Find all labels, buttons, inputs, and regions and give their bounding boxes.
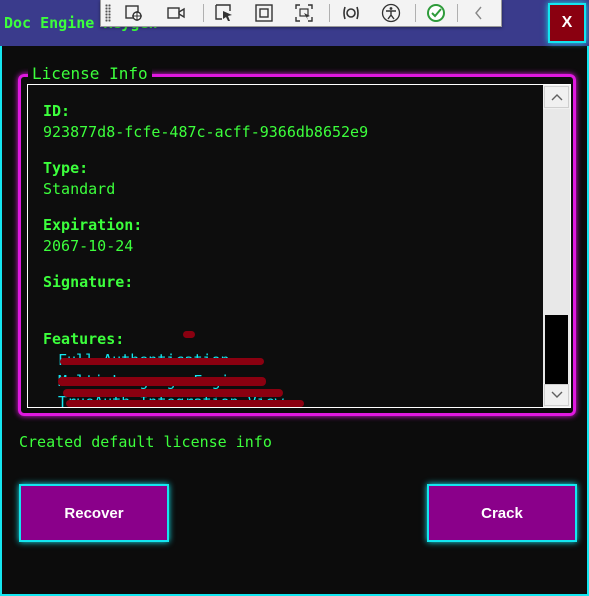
status-message: Created default license info <box>19 433 272 451</box>
type-value: Standard <box>43 180 116 198</box>
toolbar-separator <box>415 4 416 22</box>
record-icon[interactable] <box>163 1 189 25</box>
accessibility-icon[interactable] <box>378 1 404 25</box>
expiration-value: 2067-10-24 <box>43 237 134 255</box>
display-layout-adorners-icon[interactable] <box>251 1 277 25</box>
toolbar-separator <box>203 4 204 22</box>
redaction-mark <box>63 389 283 397</box>
toolbar-separator <box>329 4 330 22</box>
scroll-down-icon[interactable] <box>544 384 569 406</box>
hot-reload-icon[interactable] <box>338 1 364 25</box>
close-button[interactable]: X <box>548 3 586 43</box>
redaction-mark <box>183 331 195 338</box>
binding-check-icon[interactable] <box>423 1 449 25</box>
license-info-textbox[interactable]: ID: 923877d8-fcfe-487c-acff-9366db8652e9… <box>27 84 571 408</box>
crack-button[interactable]: Crack <box>427 484 577 542</box>
toolbar-separator <box>457 4 458 22</box>
live-visual-tree-icon[interactable] <box>121 1 147 25</box>
track-focus-icon[interactable] <box>291 1 317 25</box>
license-info-legend: License Info <box>28 64 152 83</box>
type-label: Type: <box>43 159 89 177</box>
collapse-icon[interactable] <box>466 1 492 25</box>
signature-label: Signature: <box>43 273 134 291</box>
redaction-mark <box>58 377 266 386</box>
scroll-up-icon[interactable] <box>544 86 569 108</box>
features-label: Features: <box>43 330 125 348</box>
grip-icon[interactable] <box>105 4 111 22</box>
id-value: 923877d8-fcfe-487c-acff-9366db8652e9 <box>43 123 369 141</box>
vertical-scrollbar[interactable] <box>543 85 570 407</box>
redaction-mark <box>66 400 304 407</box>
select-element-icon[interactable] <box>211 1 237 25</box>
debug-toolbar <box>100 0 502 27</box>
id-label: ID: <box>43 102 71 120</box>
scrollbar-track[interactable] <box>543 109 570 405</box>
recover-button[interactable]: Recover <box>19 484 169 542</box>
expiration-label: Expiration: <box>43 216 143 234</box>
redaction-mark <box>60 358 264 365</box>
